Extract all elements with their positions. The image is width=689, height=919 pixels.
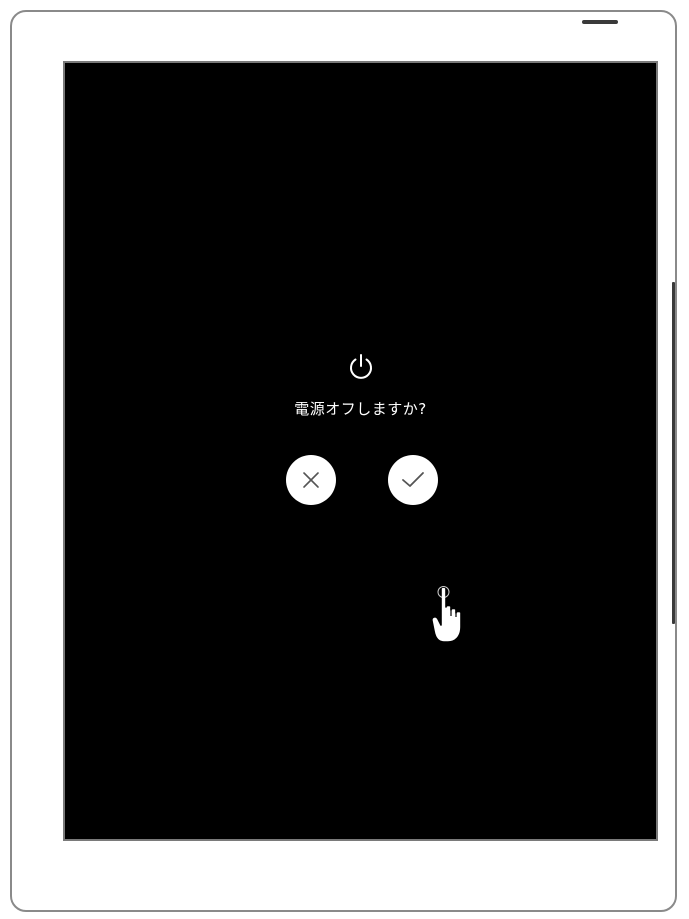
tapping-hand-icon [431,586,462,643]
stylus-slot [672,282,675,624]
close-icon [303,472,319,488]
device-screen: 電源オフしますか? [63,61,658,841]
power-off-message: 電源オフしますか? [294,400,427,418]
power-icon [349,354,372,379]
confirm-button[interactable] [388,455,438,505]
e-reader-device: 電源オフしますか? [10,10,677,912]
cancel-button[interactable] [286,455,336,505]
power-off-dialog: 電源オフしますか? [65,351,656,643]
checkmark-icon [402,472,424,487]
dialog-buttons [65,455,656,643]
power-key[interactable] [582,20,618,24]
